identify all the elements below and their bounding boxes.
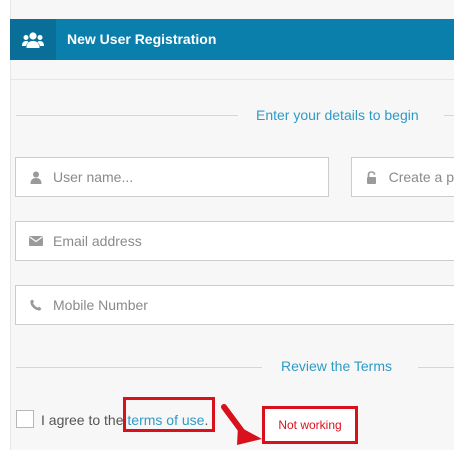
password-placeholder: Create a p [388,169,454,185]
password-input[interactable]: Create a p [351,157,454,197]
user-icon [29,170,43,184]
agree-checkbox[interactable] [16,410,34,428]
email-input[interactable]: Email address [15,221,454,261]
username-input[interactable]: User name... [15,157,329,197]
section-divider-left [16,115,238,116]
users-icon [10,19,56,60]
annotation-note: Not working [262,406,358,444]
terms-divider-left [16,367,262,368]
header-bar: New User Registration [10,19,454,60]
section-title-terms: Review the Terms [281,358,393,374]
username-placeholder: User name... [53,169,134,185]
annotation-arrow-icon [221,404,262,445]
email-placeholder: Email address [53,233,142,249]
section-title-details: Enter your details to begin [256,107,419,123]
terms-divider-right [418,367,454,368]
agree-text: I agree to the [41,412,128,428]
phone-icon [29,298,43,312]
mobile-input[interactable]: Mobile Number [15,285,454,325]
section-divider-right [444,115,454,116]
lock-icon [365,170,379,184]
mobile-placeholder: Mobile Number [53,297,148,313]
header-divider [10,79,454,80]
page-title: New User Registration [67,31,217,47]
annotation-highlight-box [123,397,215,432]
envelope-icon [29,234,43,248]
